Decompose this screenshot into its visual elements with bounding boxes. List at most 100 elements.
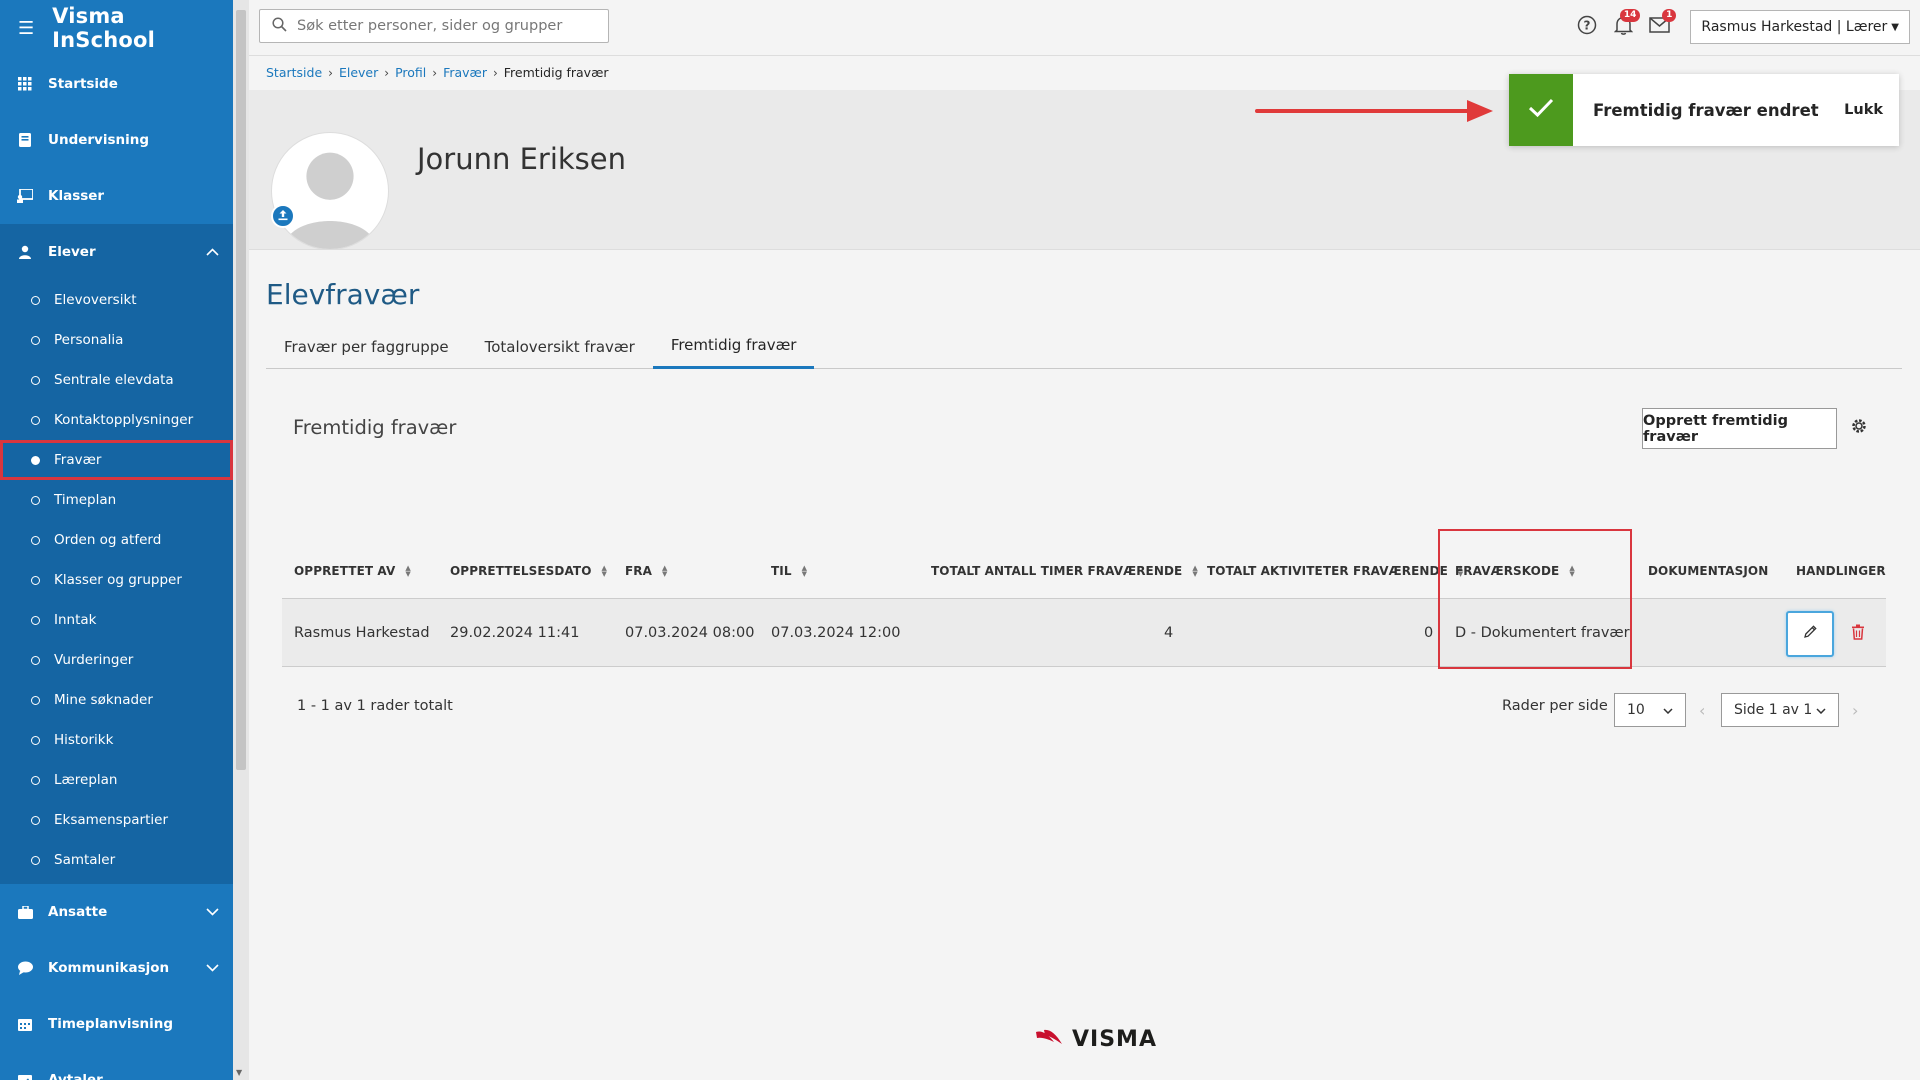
trash-icon [1851, 624, 1865, 644]
sidebar-subitem[interactable]: Personalia [0, 320, 233, 360]
circle-icon [31, 695, 40, 705]
breadcrumb-link[interactable]: Fravær [443, 65, 487, 80]
settings-button[interactable] [1847, 416, 1871, 440]
help-button[interactable]: ? [1572, 12, 1602, 42]
avatar [271, 132, 389, 250]
sort-icon[interactable]: ▲ ▼ [662, 565, 667, 578]
table-header: OPPRETTET AV ▲ ▼ OPPRETTELSESDATO ▲ ▼ FRA ▲ ▼ … [282, 543, 1886, 599]
chevron-down-icon[interactable] [206, 904, 219, 920]
breadcrumb-link[interactable]: Profil [395, 65, 426, 80]
board-icon [17, 188, 33, 204]
upload-photo-button[interactable] [271, 204, 295, 228]
sidebar-item-label: Undervisning [48, 132, 150, 148]
column-header-label: HANDLINGER [1796, 564, 1886, 578]
sidebar-scrollbar[interactable]: ▼ [233, 0, 249, 1080]
column-header-label: TIL [771, 564, 792, 578]
breadcrumb-link[interactable]: Elever [339, 65, 378, 80]
chevron-down-icon[interactable] [206, 960, 219, 976]
scroll-down-arrow-icon[interactable]: ▼ [236, 1068, 242, 1077]
column-header[interactable]: FRA ▲ ▼ [625, 543, 668, 599]
notifications-button[interactable]: 14 [1608, 9, 1641, 42]
sidebar-item-klasser[interactable]: Klasser [0, 168, 233, 224]
cell-fra: 07.03.2024 08:00 [625, 625, 755, 641]
scrollbar-thumb[interactable] [236, 10, 246, 770]
sidebar-subitem-label: Samtaler [54, 852, 116, 868]
sidebar-item-kommunikasjon[interactable]: Kommunikasjon [0, 940, 233, 996]
sidebar-subitem[interactable]: Mine søknader [0, 680, 233, 720]
sidebar-subitem[interactable]: Timeplan [0, 480, 233, 520]
breadcrumb-current: Fremtidig fravær [503, 65, 609, 80]
sidebar-item-label: Startside [48, 76, 118, 92]
footer-logo: VISMA [1034, 1026, 1157, 1052]
sidebar-item-ansatte[interactable]: Ansatte [0, 884, 233, 940]
sidebar-subitem[interactable]: Læreplan [0, 760, 233, 800]
sidebar-subitem[interactable]: Historikk [0, 720, 233, 760]
breadcrumb-link[interactable]: Startside [266, 65, 322, 80]
app-title[interactable]: Visma InSchool [52, 4, 233, 52]
svg-text:?: ? [1584, 19, 1591, 33]
next-page-icon[interactable]: › [1852, 701, 1858, 720]
sidebar-subitem[interactable]: Klasser og grupper [0, 560, 233, 600]
sidebar-item-elever[interactable]: Elever [0, 224, 233, 280]
circle-icon [31, 295, 40, 305]
sidebar-item-label: Klasser [48, 188, 105, 204]
sidebar-subitem[interactable]: Elevoversikt [0, 280, 233, 320]
select-chevron-icon [1816, 702, 1826, 718]
annotation-highlight-box [1438, 529, 1632, 669]
select-chevron-icon [1663, 702, 1673, 718]
column-header[interactable]: TIL ▲ ▼ [771, 543, 807, 599]
tab-fremtidig-fravaer[interactable]: Fremtidig fravær [652, 324, 815, 369]
create-future-absence-button[interactable]: Opprett fremtidig fravær [1642, 408, 1837, 449]
user-menu-button[interactable]: Rasmus Harkestad | Lærer ▼ [1690, 10, 1910, 44]
edit-button[interactable] [1786, 611, 1834, 657]
sidebar-subitem[interactable]: Vurderinger [0, 640, 233, 680]
sort-icon[interactable]: ▲ ▼ [802, 565, 807, 578]
panel-title: Fremtidig fravær [293, 416, 457, 439]
search-placeholder: Søk etter personer, sider og grupper [297, 18, 563, 34]
sidebar-subitem[interactable]: Orden og atferd [0, 520, 233, 560]
column-header-label: OPPRETTET AV [294, 564, 396, 578]
sidebar-item-undervisning[interactable]: Undervisning [0, 112, 233, 168]
circle-icon [31, 375, 40, 385]
previous-page-icon[interactable]: ‹ [1699, 701, 1705, 720]
hamburger-menu-icon[interactable]: ☰ [18, 18, 34, 39]
main-content: Startside › Elever › Profil › Fravær › Fremt… [249, 56, 1920, 1080]
grid-icon [17, 76, 33, 92]
column-header: HANDLINGER [1796, 543, 1886, 599]
sidebar-item-timeplanvisning[interactable]: Timeplanvisning [0, 996, 233, 1052]
briefcase-icon [17, 904, 33, 920]
toast-close-button[interactable]: Lukk [1844, 102, 1883, 118]
sidebar-item-avtaler[interactable]: Avtaler [0, 1052, 233, 1080]
search-input[interactable]: Søk etter personer, sider og grupper [259, 9, 609, 43]
sidebar-subitem-label: Timeplan [54, 492, 117, 508]
sidebar-item-startside[interactable]: Startside [0, 56, 233, 112]
messages-button[interactable]: 1 [1644, 9, 1677, 42]
sidebar-subitem[interactable]: Samtaler [0, 840, 233, 880]
sidebar-subitem[interactable]: Kontaktopplysninger [0, 400, 233, 440]
calendar-icon [17, 1016, 33, 1032]
column-header[interactable]: OPPRETTELSESDATO ▲ ▼ [450, 543, 607, 599]
circle-icon [31, 335, 40, 345]
tab-totaloversikt-fravaer[interactable]: Totaloversikt fravær [467, 324, 653, 369]
tab-fravaer-per-faggruppe[interactable]: Fravær per faggruppe [266, 324, 467, 369]
column-header[interactable]: OPPRETTET AV ▲ ▼ [294, 543, 411, 599]
cell-opprettelsesdato: 29.02.2024 11:41 [450, 625, 580, 641]
sidebar-subitem[interactable]: Eksamenspartier [0, 800, 233, 840]
sort-icon[interactable]: ▲ ▼ [602, 565, 607, 578]
circle-icon [31, 415, 40, 425]
chevron-up-icon[interactable] [206, 244, 219, 260]
delete-button[interactable] [1847, 621, 1869, 647]
sort-icon[interactable]: ▲ ▼ [1192, 565, 1197, 578]
sidebar-subitem[interactable]: Inntak [0, 600, 233, 640]
rows-per-page-select[interactable]: 10 [1614, 693, 1686, 727]
circle-icon [31, 735, 40, 745]
sidebar-subitem-label: Vurderinger [54, 652, 134, 668]
sidebar-subitem[interactable]: Sentrale elevdata [0, 360, 233, 400]
sidebar-item-label: Ansatte [48, 904, 108, 920]
column-header[interactable]: TOTALT ANTALL TIMER FRAVÆRENDE ▲ ▼ [931, 543, 1198, 599]
table-row[interactable]: Rasmus Harkestad 29.02.2024 11:41 07.03.… [282, 599, 1886, 667]
column-header[interactable]: TOTALT AKTIVITETER FRAVÆRENDE ▲ ▼ [1207, 543, 1463, 599]
page-select[interactable]: Side 1 av 1 [1721, 693, 1839, 727]
sort-icon[interactable]: ▲ ▼ [405, 565, 410, 578]
sidebar-subitem-fravaer-active[interactable]: Fravær [0, 440, 233, 480]
